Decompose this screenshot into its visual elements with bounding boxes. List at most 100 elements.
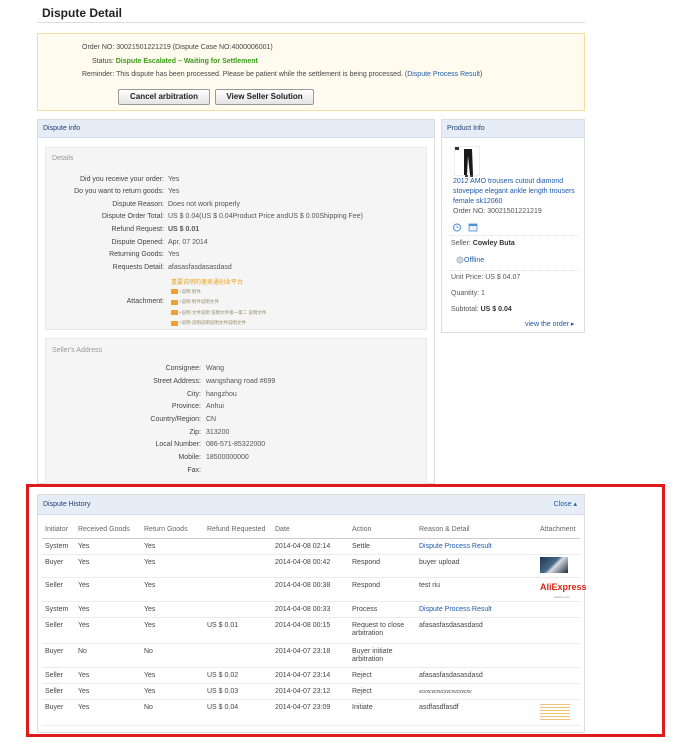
attachment-item[interactable]: +说明 说明说明说明文件说明文件	[171, 318, 266, 328]
status-row: Status: Dispute Escalated – Waiting for …	[92, 58, 258, 65]
column-header: Date	[272, 522, 349, 539]
unit-price: Unit Price: US $ 04.07	[451, 274, 521, 281]
attachment-cell[interactable]	[537, 554, 580, 578]
quantity: Quantity: 1	[451, 290, 485, 297]
attachment-cell[interactable]	[537, 699, 580, 726]
dispute-history-table: Initiator Received Goods Return Goods Re…	[42, 522, 587, 726]
received-goods-cell: Yes	[75, 667, 141, 684]
refund-requested-cell	[204, 554, 272, 578]
attachment-item[interactable]: +说明 附件	[171, 287, 266, 297]
reason-cell: asdfasdfasdf	[416, 699, 537, 726]
attachment-cell	[537, 617, 580, 644]
reason-cell: test riu	[416, 577, 537, 602]
seller-address-title: Seller's Address	[52, 347, 102, 354]
reason-cell: afasasfasdasasdasd	[416, 617, 537, 644]
attachment-item[interactable]: +说明 附件说明文件	[171, 297, 266, 307]
return-goods-cell: No	[141, 699, 204, 726]
action-cell: Request to close arbitration	[349, 617, 416, 644]
detail-label-order-total: Dispute Order Total:	[101, 213, 164, 220]
table-row: Seller Yes Yes US $ 0.02 2014-04-07 23:14 Rej…	[42, 667, 580, 684]
product-image[interactable]	[454, 146, 480, 177]
date-cell: 2014-04-08 00:15	[272, 617, 349, 644]
table-row: Buyer No No 2014-04-07 23:18 Buyer initiate …	[42, 643, 580, 668]
status-label: Status:	[92, 58, 114, 65]
seller-name[interactable]: Cowley Buta	[473, 240, 515, 247]
table-row: Seller Yes Yes US $ 0.03 2014-04-07 23:12 Rej…	[42, 683, 580, 700]
product-divider	[449, 235, 578, 236]
subtotal-row: Subtotal: US $ 0.04	[451, 306, 512, 313]
attachment-cell[interactable]: AliExpress alibaba.com	[537, 577, 587, 602]
view-order-link[interactable]: view the order ▸	[525, 320, 574, 328]
refund-requested-cell: US $ 0.04	[204, 699, 272, 726]
trousers-thumbnail-icon	[455, 147, 473, 177]
detail-label-return: Do you want to return goods:	[74, 188, 164, 195]
aliexpress-logo-thumbnail[interactable]: AliExpress alibaba.com	[540, 580, 587, 599]
reason-cell[interactable]: Dispute Process Result	[416, 601, 537, 618]
cancel-arbitration-button[interactable]: Cancel arbitration	[118, 89, 210, 105]
initiator-cell: Buyer	[42, 699, 75, 726]
reminder-label: Reminder:	[82, 71, 115, 78]
table-row: Buyer Yes No US $ 0.04 2014-04-07 23:09 Initi…	[42, 699, 580, 726]
initiator-cell: Buyer	[42, 643, 75, 668]
action-cell: Reject	[349, 683, 416, 700]
seller-status-text: Offline	[464, 256, 485, 264]
close-history-link[interactable]: Close ▴	[554, 495, 577, 515]
date-cell: 2014-04-07 23:14	[272, 667, 349, 684]
dispute-history-header: Dispute History Close ▴	[38, 495, 584, 515]
seller-status[interactable]: Offline	[456, 256, 484, 264]
initiator-cell: Seller	[42, 667, 75, 684]
status-value: Dispute Escalated – Waiting for Settleme…	[115, 58, 258, 65]
order-summary-box: Order NO: 30021501221219 (Dispute Case N…	[37, 33, 585, 111]
table-row: Seller Yes Yes US $ 0.01 2014-04-08 00:15 Req…	[42, 617, 580, 644]
view-seller-solution-button[interactable]: View Seller Solution	[215, 89, 314, 105]
reason-cell: xcvxcvcxvcxvcxvcxvcxv	[416, 683, 537, 700]
refund-requested-cell	[204, 577, 272, 602]
address-label-zip: Zip:	[189, 429, 201, 436]
table-row: System Yes Yes 2014-04-08 02:14 Settle Disput…	[42, 538, 580, 555]
detail-label-opened: Dispute Opened:	[111, 239, 164, 246]
attachment-cell	[537, 643, 580, 668]
column-header: Reason & Detail	[416, 522, 537, 539]
dispute-process-result-link[interactable]: Dispute Process Result	[407, 71, 480, 78]
detail-label-received: Did you receive your order:	[79, 176, 164, 183]
date-cell: 2014-04-08 00:42	[272, 554, 349, 578]
date-cell: 2014-04-08 00:33	[272, 601, 349, 618]
refund-requested-cell	[204, 601, 272, 618]
table-row: Buyer Yes Yes 2014-04-08 00:42 Respond buyer …	[42, 554, 580, 578]
reason-cell[interactable]: Dispute Process Result	[416, 538, 537, 555]
return-goods-cell: Yes	[141, 617, 204, 644]
received-goods-cell: Yes	[75, 617, 141, 644]
received-goods-cell: Yes	[75, 538, 141, 555]
table-row: Seller Yes Yes 2014-04-08 00:38 Respond test …	[42, 577, 587, 602]
address-label-fax: Fax:	[187, 467, 201, 474]
received-goods-cell: Yes	[75, 577, 141, 602]
refund-requested-cell	[204, 538, 272, 555]
detail-label-returning: Returning Goods:	[109, 251, 164, 258]
refund-requested-cell: US $ 0.01	[204, 617, 272, 644]
address-label-local-number: Local Number:	[155, 441, 201, 448]
document-thumbnail[interactable]	[540, 701, 570, 722]
attachment-item[interactable]: 重要说明的速卖通创业平台	[171, 276, 266, 286]
date-cell: 2014-04-08 02:14	[272, 538, 349, 555]
alarm-clock-icon[interactable]	[452, 222, 462, 232]
photo-thumbnail[interactable]	[540, 556, 568, 573]
initiator-cell: System	[42, 538, 75, 555]
file-icon	[171, 299, 178, 305]
action-cell: Respond	[349, 577, 416, 602]
refund-requested-cell	[204, 643, 272, 668]
calendar-icon[interactable]	[468, 222, 478, 232]
return-goods-cell: Yes	[141, 538, 204, 555]
column-header: Initiator	[42, 522, 75, 539]
seller-label: Seller:	[451, 240, 471, 247]
product-info-header: Product Info	[442, 120, 584, 138]
action-cell: Initiate	[349, 699, 416, 726]
product-title-link[interactable]: 2012 AMO trousers cutout diamond stovepi…	[453, 177, 579, 207]
table-row: System Yes Yes 2014-04-08 00:33 Process Dispu…	[42, 601, 580, 618]
attachment-list: 重要说明的速卖通创业平台 +说明 附件 +说明 附件说明文件 +说明 文件说明 …	[171, 276, 266, 329]
date-cell: 2014-04-07 23:12	[272, 683, 349, 700]
subtotal-value: US $ 0.04	[480, 306, 512, 313]
address-label-city: City:	[187, 391, 201, 398]
dispute-info-header: Dispute info	[38, 120, 434, 138]
address-label-province: Province:	[171, 403, 201, 410]
attachment-item[interactable]: +说明 文件说明 说明文件第一第二 说明文件	[171, 308, 266, 318]
